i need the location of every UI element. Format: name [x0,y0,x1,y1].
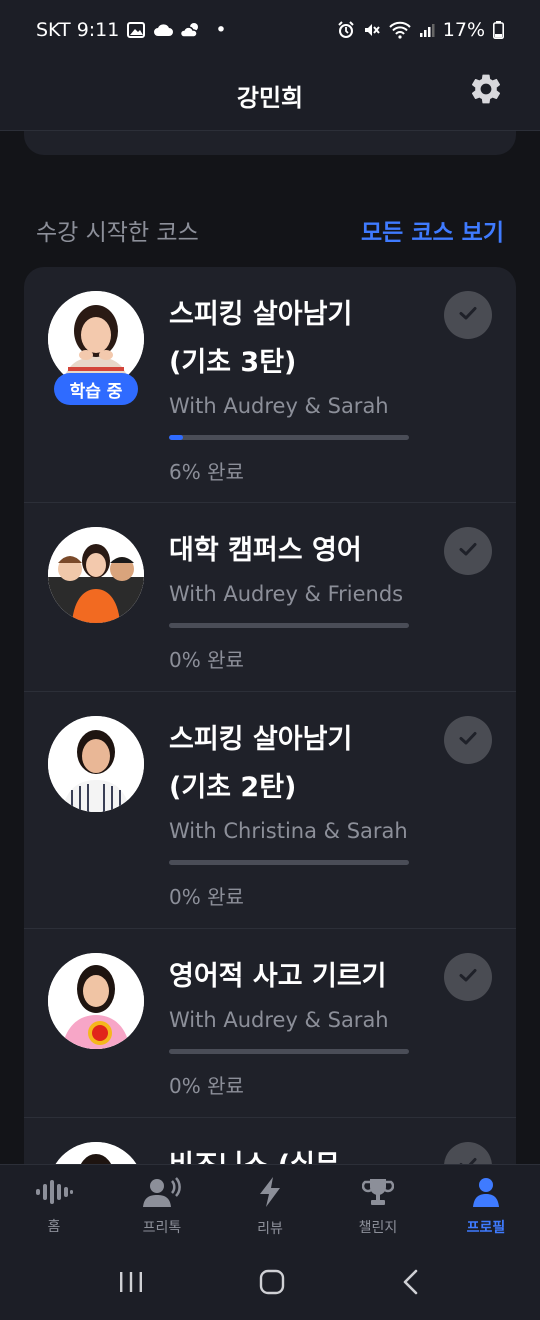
mute-icon [363,21,381,39]
progress-bar [169,1049,409,1054]
battery-percent: 17% [442,19,485,41]
complete-check-button[interactable] [444,953,492,1001]
speaking-person-icon [142,1176,182,1211]
check-icon [456,726,480,754]
progress-label: 0% 완료 [169,1074,244,1098]
progress-label: 0% 완료 [169,648,244,672]
status-bar: SKT 9:11 • 17% [0,0,540,60]
complete-check-button[interactable] [444,291,492,339]
course-avatar [48,527,144,623]
nav-label: 리뷰 [257,1220,283,1237]
course-item[interactable]: 대학 캠퍼스 영어 With Audrey & Friends 0% 완료 [24,503,516,692]
course-item[interactable]: 영어적 사고 기르기 With Audrey & Sarah 0% 완료 [24,929,516,1118]
cloud-icon [153,23,174,37]
back-button[interactable] [399,1268,423,1300]
nav-label: 홈 [47,1218,61,1235]
nav-item-challenge[interactable]: 챌린지 [333,1177,423,1237]
nav-label: 프로필 [466,1219,506,1236]
complete-check-button[interactable] [444,1142,492,1164]
check-icon [456,963,480,991]
course-avatar [48,1142,144,1164]
check-icon [456,537,480,565]
bottom-nav: 홈 프리톡 리뷰 챌린지 프로필 [0,1164,540,1248]
waveform-icon [34,1178,74,1210]
battery-icon [493,21,504,39]
progress-bar [169,860,409,865]
course-title: 스피킹 살아남기 [169,724,353,755]
course-instructors: With Audrey & Sarah [169,394,389,418]
course-item[interactable]: 비즈니스 (실무 [24,1118,516,1164]
course-title: 스피킹 살아남기 [169,299,353,330]
nav-item-review[interactable]: 리뷰 [225,1176,315,1238]
nav-item-home[interactable]: 홈 [9,1178,99,1236]
see-all-courses-link[interactable]: 모든 코스 보기 [361,213,504,247]
course-subtitle: (기초 3탄) [169,347,297,378]
progress-label: 6% 완료 [169,460,244,484]
weather-icon [181,22,201,38]
scroll-area[interactable]: 수강 시작한 코스 모든 코스 보기 학습 중 스피킹 살아남기 (기초 3탄) [0,131,540,1164]
nav-item-profile[interactable]: 프로필 [441,1177,531,1237]
course-item[interactable]: 학습 중 스피킹 살아남기 (기초 3탄) With Audrey & Sara… [24,267,516,503]
course-title: 영어적 사고 기르기 [169,961,387,992]
notification-dot: • [215,19,227,41]
signal-icon [419,22,435,38]
course-info: 비즈니스 (실무 [169,1142,432,1164]
status-left: SKT 9:11 • [36,19,227,41]
course-title: 비즈니스 (실무 [169,1142,432,1164]
nav-label: 프리톡 [142,1219,182,1236]
section-title: 수강 시작한 코스 [36,220,199,246]
course-avatar [48,953,144,1049]
nav-item-freetalk[interactable]: 프리톡 [117,1176,207,1237]
course-subtitle: (기초 2탄) [169,772,297,803]
home-button[interactable] [258,1268,286,1300]
course-list: 학습 중 스피킹 살아남기 (기초 3탄) With Audrey & Sara… [24,267,516,1164]
wifi-icon [389,21,411,39]
progress-bar [169,435,409,440]
progress-label: 0% 완료 [169,885,244,909]
check-icon [456,1152,480,1164]
person-icon [471,1177,501,1211]
check-icon [456,301,480,329]
settings-button[interactable] [466,71,506,111]
alarm-icon [337,21,355,39]
course-info: 스피킹 살아남기 (기초 3탄) With Audrey & Sarah 6% … [169,291,432,485]
section-header: 수강 시작한 코스 모든 코스 보기 [36,213,504,247]
app-header: 강민희 [0,60,540,131]
complete-check-button[interactable] [444,527,492,575]
course-instructors: With Audrey & Sarah [169,1008,389,1032]
nav-label: 챌린지 [358,1219,398,1236]
gallery-icon [127,22,146,38]
system-nav-bar [0,1248,540,1320]
lightning-icon [256,1176,284,1212]
course-info: 영어적 사고 기르기 With Audrey & Sarah 0% 완료 [169,953,432,1099]
course-info: 대학 캠퍼스 영어 With Audrey & Friends 0% 완료 [169,527,432,673]
course-info: 스피킹 살아남기 (기초 2탄) With Christina & Sarah … [169,716,432,910]
progress-bar [169,623,409,628]
recent-apps-button[interactable] [117,1270,145,1298]
course-instructors: With Audrey & Friends [169,582,404,606]
page-title: 강민희 [236,83,304,112]
status-right: 17% [337,19,504,41]
profile-summary-card [24,131,516,155]
carrier-time: SKT 9:11 [36,19,120,41]
course-avatar [48,716,144,812]
studying-badge: 학습 중 [54,373,138,405]
trophy-icon [361,1177,395,1211]
course-instructors: With Christina & Sarah [169,819,408,843]
complete-check-button[interactable] [444,716,492,764]
course-item[interactable]: 스피킹 살아남기 (기초 2탄) With Christina & Sarah … [24,692,516,929]
course-title: 대학 캠퍼스 영어 [169,535,362,566]
progress-fill [169,435,184,440]
gear-icon [468,71,504,111]
